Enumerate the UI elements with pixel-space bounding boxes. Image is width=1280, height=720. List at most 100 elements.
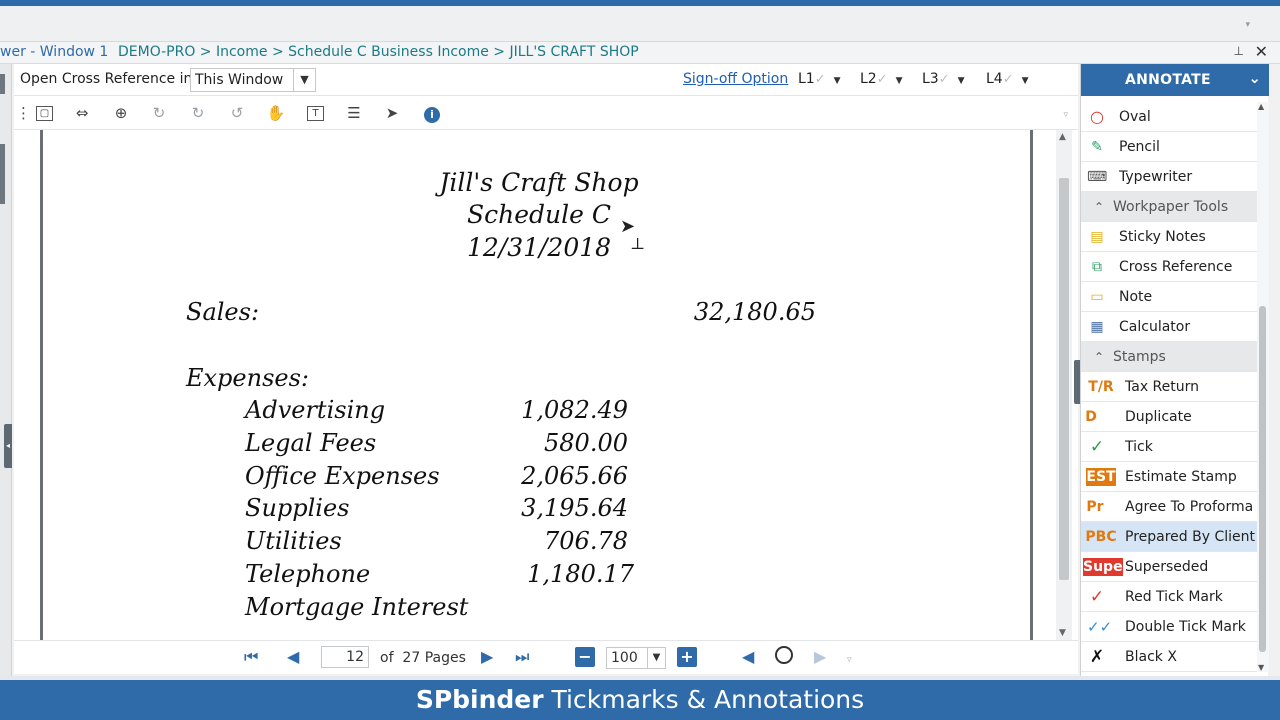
- signoff-level-l2[interactable]: L2✓ ▼: [860, 71, 903, 87]
- oval-icon: ○: [1090, 107, 1104, 126]
- left-pane-marker: [0, 74, 5, 94]
- fit-all-icon[interactable]: ⊕: [109, 102, 133, 124]
- doc-sales-label: Sales:: [186, 298, 260, 326]
- annotate-scrollbar[interactable]: ▲ ▼: [1257, 102, 1269, 672]
- doc-expenses-label: Expenses:: [186, 364, 309, 392]
- scroll-up-icon[interactable]: ▲: [1258, 102, 1264, 111]
- next-page-icon[interactable]: ▶: [481, 647, 493, 666]
- document-viewer[interactable]: Jill's Craft Shop Schedule C 12/31/2018 …: [14, 130, 1078, 640]
- stamp-prepared-by-client[interactable]: PBC Prepared By Client: [1081, 522, 1257, 552]
- toolbar-overflow-icon[interactable]: ▿: [1063, 110, 1068, 120]
- fit-page-icon[interactable]: ▢: [36, 106, 53, 121]
- section-stamps[interactable]: ⌃ Stamps: [1081, 342, 1257, 372]
- video-caption-bar: SPbinder Tickmarks & Annotations: [0, 676, 1280, 720]
- last-page-icon[interactable]: ⏭: [515, 647, 529, 667]
- text-select-icon[interactable]: T: [307, 106, 324, 121]
- doc-expense-name: Supplies: [245, 494, 350, 522]
- document-scrollbar[interactable]: ▲ ▼: [1056, 130, 1072, 640]
- pin-icon[interactable]: ⊥: [1234, 44, 1244, 58]
- stamp-estimate[interactable]: EST Estimate Stamp: [1081, 462, 1257, 492]
- open-xref-value: This Window: [195, 72, 284, 88]
- caret-down-icon: ▼: [957, 76, 965, 86]
- signoff-option-link[interactable]: Sign-off Option: [683, 71, 788, 87]
- history-forward-icon[interactable]: ▶: [814, 647, 826, 666]
- doc-expense-name: Utilities: [245, 527, 342, 555]
- zoom-select[interactable]: 100 ▼: [606, 647, 666, 669]
- check-icon: ✓: [814, 72, 826, 87]
- annotate-header[interactable]: ANNOTATE ⌄: [1081, 64, 1269, 96]
- tool-note[interactable]: ▭ Note: [1081, 282, 1257, 312]
- stamp-tick[interactable]: ✓ Tick: [1081, 432, 1257, 462]
- rotate-right-icon[interactable]: ↻: [147, 102, 171, 124]
- tool-pencil[interactable]: ✎ Pencil: [1081, 132, 1257, 162]
- info-icon[interactable]: i: [424, 107, 440, 123]
- zoom-value: 100: [611, 650, 638, 666]
- stamp-agree-to-proforma[interactable]: Pr Agree To Proforma: [1081, 492, 1257, 522]
- sticky-notes-icon: ▤: [1090, 229, 1104, 245]
- signoff-level-l3[interactable]: L3✓ ▼: [922, 71, 965, 87]
- left-pane-marker: [0, 144, 5, 204]
- form-list-icon[interactable]: ☰: [342, 102, 366, 124]
- scroll-up-icon[interactable]: ▲: [1059, 132, 1066, 142]
- rotate-icon[interactable]: ↻: [186, 102, 210, 124]
- caret-down-icon: ▼: [833, 76, 841, 86]
- tool-cross-reference[interactable]: ⧉ Cross Reference: [1081, 252, 1257, 282]
- left-pane-toggle[interactable]: ◂: [4, 424, 12, 468]
- document-scroll-thumb[interactable]: [1059, 178, 1069, 580]
- stamp-duplicate[interactable]: D Duplicate: [1081, 402, 1257, 432]
- superseded-badge-icon: Super: [1083, 558, 1130, 576]
- window-title[interactable]: wer - Window 1: [0, 44, 108, 60]
- annotate-scroll-thumb[interactable]: [1259, 306, 1266, 652]
- annotate-tool-list: ○ Oval ✎ Pencil ⌨ Typewriter ⌃ Workpaper Too…: [1081, 102, 1257, 672]
- zoom-in-button[interactable]: +: [677, 647, 697, 667]
- select-cursor-icon[interactable]: ➤: [380, 102, 404, 124]
- toolbar-grip: ⋮: [16, 104, 31, 122]
- tool-oval[interactable]: ○ Oval: [1081, 102, 1257, 132]
- chevron-up-icon: ⌃: [1093, 200, 1105, 214]
- breadcrumb[interactable]: DEMO-PRO > Income > Schedule C Business …: [118, 44, 639, 60]
- tool-sticky-notes[interactable]: ▤ Sticky Notes: [1081, 222, 1257, 252]
- check-icon: ✓: [876, 72, 888, 87]
- doc-expense-amount: 580.00: [544, 429, 628, 457]
- stamp-black-x[interactable]: ✗ Black X: [1081, 642, 1257, 672]
- doc-expense-amount: 1,180.17: [527, 560, 634, 588]
- zoom-out-button[interactable]: −: [575, 647, 595, 667]
- refresh-icon[interactable]: [775, 646, 793, 664]
- black-x-icon: ✗: [1089, 647, 1105, 667]
- document-tab-bar: wer - Window 1 DEMO-PRO > Income > Sched…: [0, 42, 1280, 64]
- chevron-down-icon: ▼: [647, 648, 665, 668]
- doc-expense-name: Mortgage Interest: [245, 593, 469, 621]
- signoff-level-l4[interactable]: L4✓ ▼: [986, 71, 1029, 87]
- stamp-tax-return[interactable]: T/R Tax Return: [1081, 372, 1257, 402]
- check-icon: ✓: [938, 72, 950, 87]
- page-navigation-bar: ⏮ ◀ 12 of 27 Pages ▶ ⏭ − 100 ▼ + ◀ ▶ ▿: [14, 640, 1078, 674]
- fit-width-icon[interactable]: ⇔: [70, 102, 94, 124]
- stamp-double-tick-mark[interactable]: ✓✓ Double Tick Mark: [1081, 612, 1257, 642]
- chrome-overflow-icon[interactable]: ▾: [1245, 20, 1250, 30]
- signoff-level-l1[interactable]: L1✓ ▼: [798, 71, 841, 87]
- close-icon[interactable]: ✕: [1255, 42, 1268, 61]
- section-workpaper-tools[interactable]: ⌃ Workpaper Tools: [1081, 192, 1257, 222]
- caption-title: Tickmarks & Annotations: [551, 685, 865, 714]
- history-back-icon[interactable]: ◀: [742, 647, 754, 666]
- open-xref-select[interactable]: This Window ▼: [190, 68, 316, 92]
- navbar-overflow-icon[interactable]: ▿: [847, 655, 852, 665]
- cross-reference-options: Open Cross Reference in: This Window ▼ S…: [14, 64, 1078, 96]
- rotate-left-icon[interactable]: ↺: [225, 102, 249, 124]
- hand-icon[interactable]: ✋: [264, 102, 288, 124]
- chevron-down-icon: ▼: [293, 69, 315, 91]
- doc-expense-name: Office Expenses: [245, 462, 440, 490]
- page-number-input[interactable]: 12: [321, 646, 369, 668]
- stamp-superseded[interactable]: Super Superseded: [1081, 552, 1257, 582]
- scroll-down-icon[interactable]: ▼: [1059, 628, 1066, 638]
- first-page-icon[interactable]: ⏮: [244, 647, 258, 667]
- tool-calculator[interactable]: ▦ Calculator: [1081, 312, 1257, 342]
- stamp-red-tick-mark[interactable]: ✓ Red Tick Mark: [1081, 582, 1257, 612]
- previous-page-icon[interactable]: ◀: [287, 647, 299, 666]
- scroll-down-icon[interactable]: ▼: [1258, 663, 1264, 672]
- tool-typewriter[interactable]: ⌨ Typewriter: [1081, 162, 1257, 192]
- double-tick-icon: ✓✓: [1087, 618, 1113, 636]
- doc-expense-name: Telephone: [245, 560, 371, 588]
- pencil-icon: ✎: [1091, 139, 1103, 155]
- doc-expense-amount: 706.78: [544, 527, 628, 555]
